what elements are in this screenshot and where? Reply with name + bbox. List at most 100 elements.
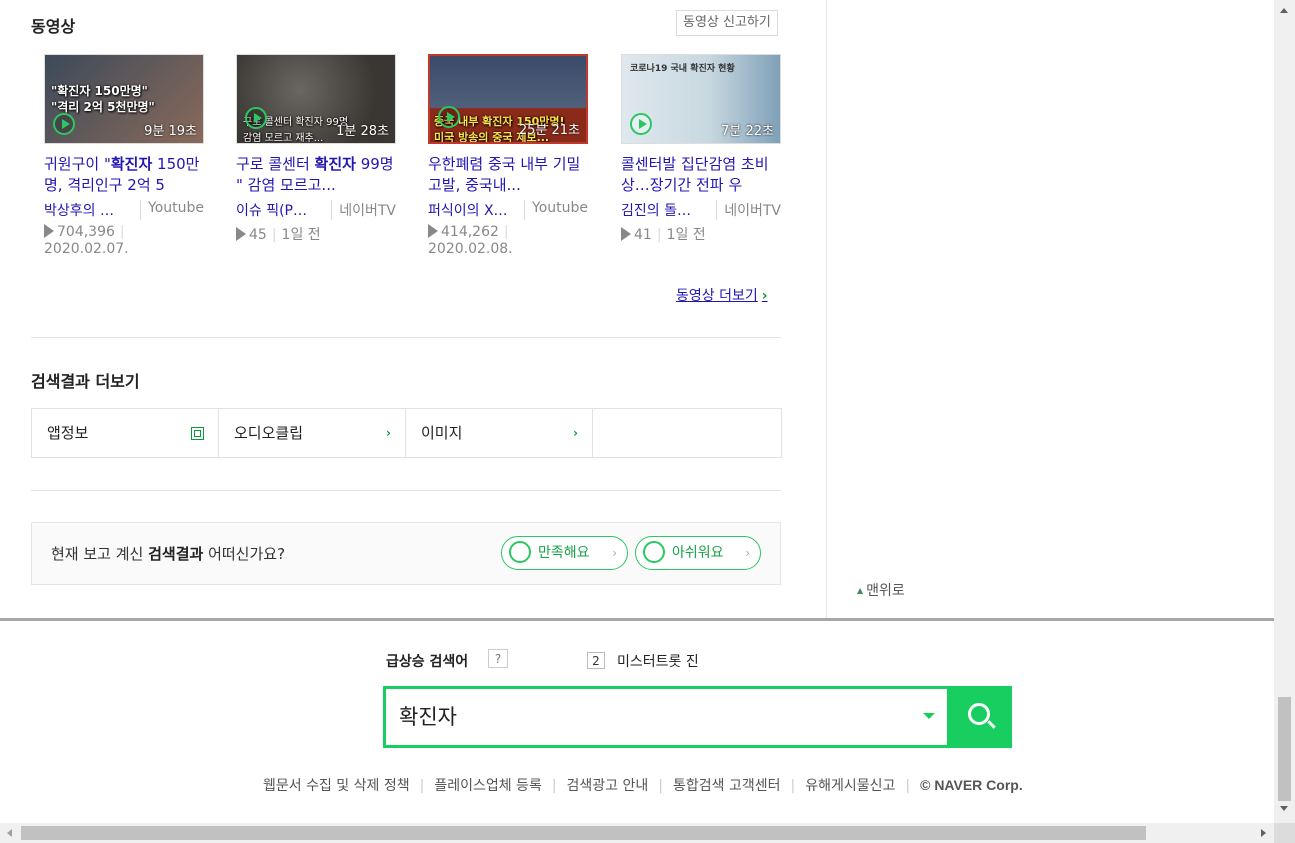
search-input[interactable]: 확진자 (383, 686, 950, 748)
scrollbar-corner (1274, 823, 1295, 843)
footer-links: 웹문서 수집 및 삭제 정책 | 플레이스업체 등록 | 검색광고 안내 | 통합검색 고객… (263, 777, 1023, 794)
help-icon[interactable]: ? (488, 649, 508, 668)
video-views: 414,262 (441, 224, 499, 240)
video-date: 1일 전 (666, 227, 706, 243)
video-thumbnail[interactable]: 중국 내부 확진자 150만명! 미국 방송의 중국 제보... 25분 21초 (428, 54, 588, 144)
play-icon[interactable] (630, 113, 652, 135)
satisfaction-survey: 현재 보고 계신 검색결과 어떠신가요? 만족해요 › 아쉬워요 › (31, 522, 781, 585)
more-results-item-app[interactable]: 앱정보 (32, 409, 219, 457)
chevron-right-icon: › (386, 426, 391, 440)
video-views: 45 (249, 227, 267, 243)
video-item[interactable]: 중국 내부 확진자 150만명! 미국 방송의 중국 제보... 25분 21초… (428, 54, 588, 257)
video-title-text: 우한폐렴 중국 내부 기밀 고발, 중국내... (428, 155, 581, 194)
more-results-title: 검색결과 더보기 (31, 372, 140, 391)
play-icon[interactable] (438, 106, 460, 128)
video-channel-row: 박상후의 … Youtube (44, 200, 204, 220)
unsatisfied-label: 아쉬워요 (672, 545, 724, 561)
survey-question-text: 현재 보고 계신 (51, 545, 149, 563)
thumbnail-caption: "확진자 150만명" "격리 2억 5천만명" (51, 84, 155, 114)
play-icon[interactable] (245, 107, 267, 129)
video-title[interactable]: 귀원구이 "확진자 150만명, 격리인구 2억 5 (44, 154, 204, 196)
video-section-title: 동영상 (31, 17, 76, 36)
video-views: 41 (634, 227, 652, 243)
more-results-item-audioclip[interactable]: 오디오클립 › (219, 409, 406, 457)
video-title-text: 콜센터발 집단감염 초비상…장기간 전파 우 (621, 155, 769, 194)
unsatisfied-button[interactable]: 아쉬워요 › (635, 536, 761, 570)
scroll-left-arrow-icon[interactable] (7, 829, 12, 837)
chevron-right-icon: › (612, 546, 617, 560)
video-report-button[interactable]: 동영상 신고하기 (676, 10, 778, 36)
video-item[interactable]: 코로나19 국내 확진자 현황 7분 22초 콜센터발 집단감염 초비상…장기간… (621, 54, 781, 244)
video-channel[interactable]: 퍼식이의 X… (428, 200, 520, 220)
video-item[interactable]: 구로 콜센터 확진자 99명 감염 모르고 재추... 1분 28초 구로 콜센… (236, 54, 396, 244)
copyright: © NAVER Corp. (920, 777, 1023, 793)
play-count-icon (236, 227, 246, 241)
sad-face-icon (643, 541, 665, 563)
video-title[interactable]: 콜센터발 집단감염 초비상…장기간 전파 우 (621, 154, 781, 196)
footer-link-search-ads[interactable]: 검색광고 안내 (567, 778, 649, 794)
video-duration: 7분 22초 (721, 124, 774, 139)
more-results-label: 이미지 (421, 424, 463, 442)
video-title-text: 귀원구이 " (44, 155, 111, 173)
video-thumbnail[interactable]: "확진자 150만명" "격리 2억 5천만명" 9분 19초 (44, 54, 204, 144)
video-date: 1일 전 (281, 227, 321, 243)
video-channel[interactable]: 박상후의 … (44, 200, 136, 220)
triangle-up-icon: ▲ (857, 586, 864, 595)
more-results-item-image[interactable]: 이미지 › (406, 409, 593, 457)
play-count-icon (44, 224, 54, 238)
chevron-right-icon: › (745, 546, 750, 560)
video-stats: 45 | 1일 전 (236, 224, 396, 244)
video-views: 704,396 (57, 224, 115, 240)
play-icon[interactable] (53, 113, 75, 135)
horizontal-scroll-thumb[interactable] (21, 826, 1146, 840)
scroll-up-arrow-icon[interactable] (1280, 8, 1288, 13)
footer-link-crawl-policy[interactable]: 웹문서 수집 및 삭제 정책 (263, 778, 410, 794)
video-channel[interactable]: 김진의 돌… (621, 200, 712, 220)
footer-link-help-center[interactable]: 통합검색 고객센터 (673, 778, 781, 794)
rising-keyword[interactable]: 미스터트롯 진 (617, 651, 699, 671)
chevron-right-icon: › (573, 426, 578, 440)
back-to-top-link[interactable]: ▲ 맨위로 (857, 580, 905, 600)
video-more-link[interactable]: 동영상 더보기 › (676, 285, 768, 305)
survey-question-highlight: 검색결과 (148, 545, 204, 563)
video-title[interactable]: 구로 콜센터 확진자 99명 " 감염 모르고... (236, 154, 396, 196)
video-source: 네이버TV (716, 200, 781, 220)
footer: 급상승 검색어 ? 2 미스터트롯 진 확진자 웹문서 수집 및 삭제 정책 | 플… (0, 618, 1274, 826)
survey-question: 현재 보고 계신 검색결과 어떠신가요? (51, 543, 285, 564)
thumbnail-caption: 코로나19 국내 확진자 현황 (630, 64, 735, 74)
scroll-right-arrow-icon[interactable] (1261, 829, 1266, 837)
back-to-top-label: 맨위로 (866, 583, 905, 599)
video-thumbnail[interactable]: 코로나19 국내 확진자 현황 7분 22초 (621, 54, 781, 144)
footer-link-report-harmful[interactable]: 유해게시물신고 (805, 778, 895, 794)
video-stats: 41 | 1일 전 (621, 224, 781, 244)
satisfied-label: 만족해요 (538, 545, 590, 561)
video-list: "확진자 150만명" "격리 2억 5천만명" 9분 19초 귀원구이 "확진… (44, 54, 784, 269)
footer-link-place-register[interactable]: 플레이스업체 등록 (434, 778, 542, 794)
video-thumbnail[interactable]: 구로 콜센터 확진자 99명 감염 모르고 재추... 1분 28초 (236, 54, 396, 144)
video-stats: 704,396 | (44, 224, 204, 240)
search-button[interactable] (950, 686, 1012, 748)
play-count-icon (621, 227, 631, 241)
more-results-label: 앱정보 (47, 424, 89, 442)
video-channel-row: 김진의 돌… 네이버TV (621, 200, 781, 220)
video-title-highlight: 확진자 (110, 155, 153, 173)
right-column: ▲ 맨위로 (826, 0, 1275, 618)
smile-face-icon (509, 541, 531, 563)
satisfied-button[interactable]: 만족해요 › (501, 536, 628, 570)
autocomplete-toggle-icon[interactable] (923, 713, 935, 719)
video-item[interactable]: "확진자 150만명" "격리 2억 5천만명" 9분 19초 귀원구이 "확진… (44, 54, 204, 257)
search-box: 확진자 (383, 686, 1012, 748)
vertical-scrollbar[interactable] (1274, 0, 1295, 823)
chevron-right-icon: › (761, 288, 768, 304)
video-more-label: 동영상 더보기 (676, 288, 758, 304)
vertical-scroll-thumb[interactable] (1278, 697, 1291, 801)
video-title[interactable]: 우한폐렴 중국 내부 기밀 고발, 중국내... (428, 154, 588, 196)
video-source: Youtube (140, 200, 204, 220)
horizontal-scrollbar[interactable] (0, 823, 1274, 843)
divider (31, 337, 781, 338)
video-channel[interactable]: 이슈 픽(P… (236, 200, 327, 220)
scroll-down-arrow-icon[interactable] (1280, 806, 1288, 811)
video-date: 2020.02.07. (44, 241, 129, 257)
more-results-grid: 앱정보 오디오클립 › 이미지 › (31, 408, 782, 458)
video-channel-row: 이슈 픽(P… 네이버TV (236, 200, 396, 220)
